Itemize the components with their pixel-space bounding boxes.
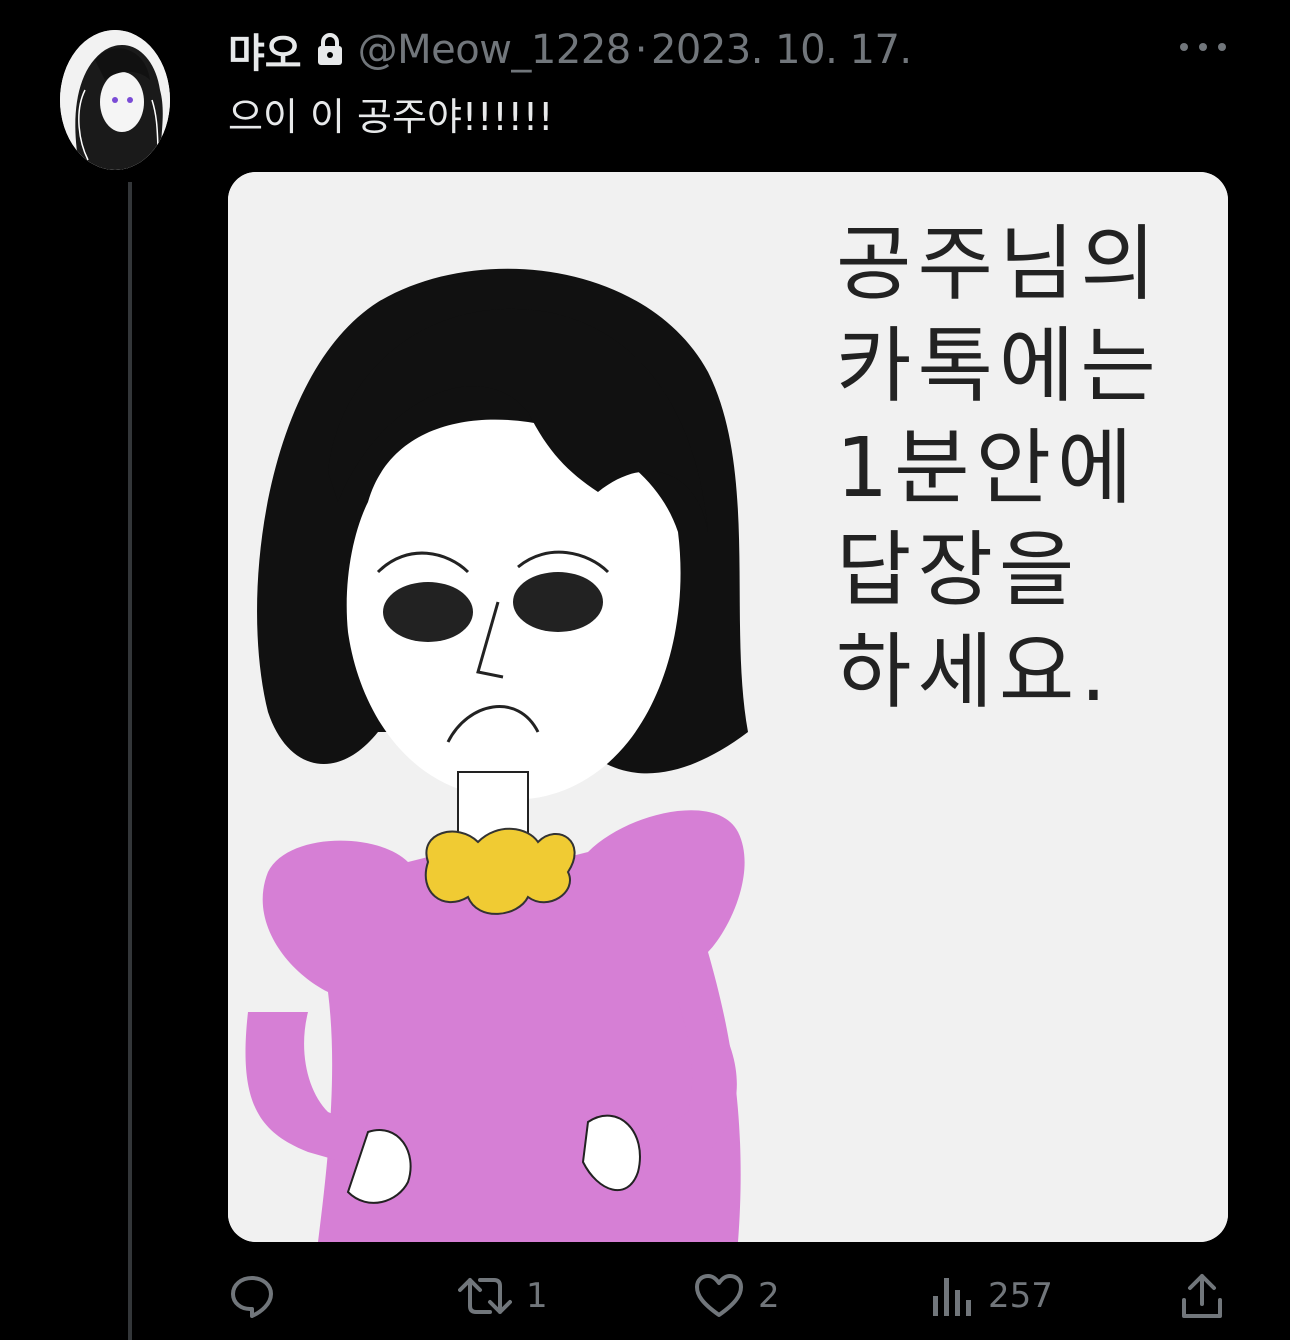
comic-line: 답장을 [836, 523, 1081, 618]
like-count: 2 [758, 1276, 780, 1316]
retweet-count: 1 [526, 1276, 548, 1316]
reply-button[interactable] [228, 1264, 276, 1328]
tweet-date[interactable]: 2023. 10. 17. [651, 27, 912, 73]
tweet-header: 먀오 @Meow_1228 · 2023. 10. 17. [228, 22, 912, 78]
heart-icon [695, 1274, 743, 1317]
avatar[interactable] [60, 30, 170, 170]
comic-line: 카톡에는 [836, 319, 1162, 414]
share-icon [1182, 1274, 1222, 1318]
retweet-button[interactable]: 1 [458, 1264, 548, 1328]
comic-line: 하세요. [836, 625, 1113, 720]
comic-line: 공주님의 [836, 217, 1162, 312]
share-button[interactable] [1180, 1264, 1224, 1328]
comic-line: 1분안에 [836, 421, 1139, 516]
handle[interactable]: @Meow_1228 [358, 27, 632, 73]
views-count: 257 [988, 1276, 1053, 1316]
action-bar: 1 2 257 [0, 1264, 1290, 1328]
comic-caption: 공주님의 카톡에는 1분안에 답장을 하세요. [836, 214, 1162, 724]
reply-icon [231, 1276, 273, 1318]
lock-icon [316, 33, 344, 67]
more-options-icon[interactable] [1180, 36, 1226, 58]
tweet-media[interactable]: 공주님의 카톡에는 1분안에 답장을 하세요. [228, 172, 1228, 1242]
views-button[interactable]: 257 [930, 1264, 1053, 1328]
display-name[interactable]: 먀오 [228, 21, 302, 79]
like-button[interactable]: 2 [694, 1264, 780, 1328]
meta-separator: · [634, 27, 648, 73]
avatar-illustration [60, 30, 170, 170]
thread-line [128, 182, 132, 1340]
tweet-text: 으이 이 공주야!!!!!! [228, 95, 554, 139]
retweet-icon [458, 1278, 512, 1314]
analytics-icon [933, 1278, 971, 1316]
